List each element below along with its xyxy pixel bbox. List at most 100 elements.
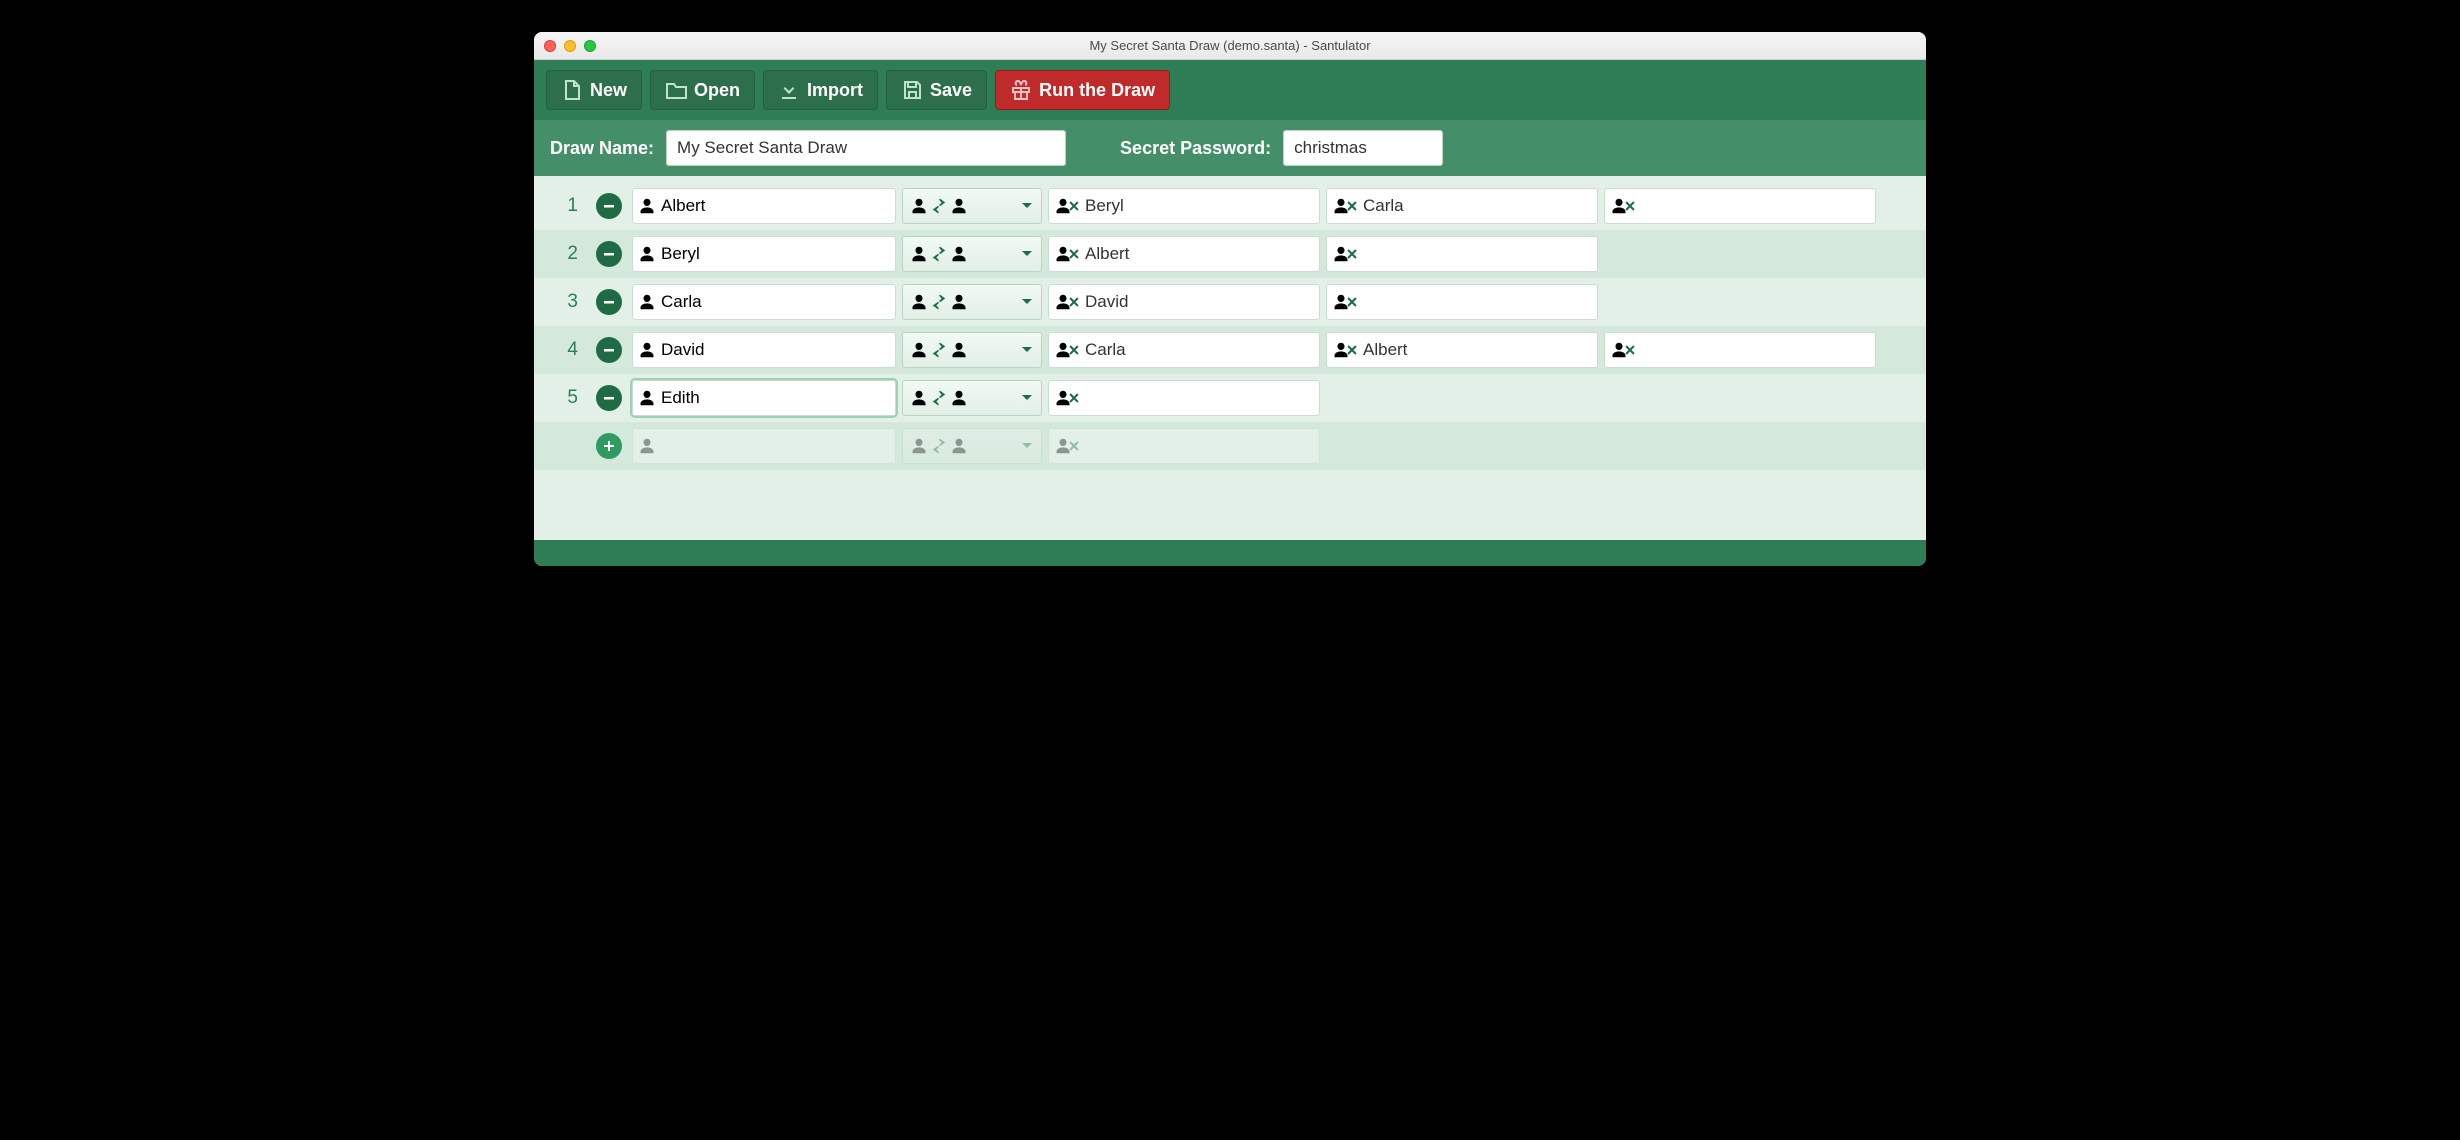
save-icon [901,79,923,101]
chevron-down-icon [1021,248,1033,260]
swap-icon [911,342,967,358]
person-exclude-icon [1055,246,1079,262]
row-number: 2 [544,243,586,265]
participant-row: 2 Albert [534,230,1926,278]
exclusion-input[interactable]: Albert [1048,236,1320,272]
window-title: My Secret Santa Draw (demo.santa) - Sant… [534,38,1926,53]
exclusion-name: Carla [1085,340,1126,360]
person-exclude-icon [1055,438,1079,454]
participant-name-input[interactable] [632,428,896,464]
role-selector [902,428,1042,464]
import-button-label: Import [807,80,863,101]
person-exclude-icon [1333,198,1357,214]
role-selector[interactable] [902,284,1042,320]
row-number: 4 [544,339,586,361]
exclusion-input[interactable] [1326,284,1598,320]
participant-name-input[interactable] [632,332,896,368]
participant-name-input[interactable] [632,284,896,320]
exclusion-name: David [1085,292,1128,312]
person-exclude-icon [1055,390,1079,406]
participants-grid: 1 Beryl Carla [534,176,1926,540]
remove-row-button[interactable] [596,241,622,267]
participant-row: 5 [534,374,1926,422]
participant-row: 1 Beryl Carla [534,182,1926,230]
new-button-label: New [590,80,627,101]
add-participant-row [534,422,1926,470]
secret-password-input[interactable] [1283,130,1443,166]
status-bar [534,540,1926,566]
run-draw-button-label: Run the Draw [1039,80,1155,101]
open-button[interactable]: Open [650,70,755,110]
exclusion-input[interactable] [1604,332,1876,368]
person-exclude-icon [1055,294,1079,310]
participant-name-input[interactable] [632,188,896,224]
app-window: My Secret Santa Draw (demo.santa) - Sant… [534,32,1926,566]
role-selector[interactable] [902,332,1042,368]
exclusion-input[interactable]: Beryl [1048,188,1320,224]
participant-row: 4 Carla Albert [534,326,1926,374]
folder-open-icon [665,79,687,101]
window-zoom-button[interactable] [584,40,596,52]
person-exclude-icon [1333,294,1357,310]
titlebar: My Secret Santa Draw (demo.santa) - Sant… [534,32,1926,60]
chevron-down-icon [1021,200,1033,212]
exclusion-input[interactable]: Albert [1326,332,1598,368]
row-number: 3 [544,291,586,313]
exclusion-input[interactable]: David [1048,284,1320,320]
role-selector[interactable] [902,188,1042,224]
file-icon [561,79,583,101]
chevron-down-icon [1021,344,1033,356]
swap-icon [911,390,967,406]
form-bar: Draw Name: Secret Password: [534,120,1926,176]
remove-row-button[interactable] [596,193,622,219]
swap-icon [911,246,967,262]
run-draw-button[interactable]: Run the Draw [995,70,1170,110]
secret-password-label: Secret Password: [1120,138,1271,159]
swap-icon [911,438,967,454]
import-icon [778,79,800,101]
person-exclude-icon [1611,342,1635,358]
exclusion-input[interactable] [1048,380,1320,416]
exclusion-input[interactable] [1604,188,1876,224]
draw-name-input[interactable] [666,130,1066,166]
chevron-down-icon [1021,296,1033,308]
chevron-down-icon [1021,440,1033,452]
exclusion-input[interactable] [1048,428,1320,464]
remove-row-button[interactable] [596,385,622,411]
toolbar: New Open Import Save Run the Draw [534,60,1926,120]
draw-name-label: Draw Name: [550,138,654,159]
swap-icon [911,294,967,310]
swap-icon [911,198,967,214]
add-row-button[interactable] [596,433,622,459]
window-minimize-button[interactable] [564,40,576,52]
remove-row-button[interactable] [596,337,622,363]
exclusion-name: Albert [1085,244,1129,264]
role-selector[interactable] [902,380,1042,416]
import-button[interactable]: Import [763,70,878,110]
person-exclude-icon [1333,342,1357,358]
new-button[interactable]: New [546,70,642,110]
exclusion-input[interactable]: Carla [1048,332,1320,368]
person-exclude-icon [1055,342,1079,358]
row-number: 1 [544,195,586,217]
exclusion-name: Albert [1363,340,1407,360]
person-exclude-icon [1055,198,1079,214]
save-button[interactable]: Save [886,70,987,110]
role-selector[interactable] [902,236,1042,272]
participant-row: 3 David [534,278,1926,326]
gift-icon [1010,79,1032,101]
person-exclude-icon [1333,246,1357,262]
chevron-down-icon [1021,392,1033,404]
remove-row-button[interactable] [596,289,622,315]
exclusion-name: Carla [1363,196,1404,216]
window-close-button[interactable] [544,40,556,52]
open-button-label: Open [694,80,740,101]
person-exclude-icon [1611,198,1635,214]
row-number: 5 [544,387,586,409]
exclusion-input[interactable] [1326,236,1598,272]
save-button-label: Save [930,80,972,101]
exclusion-name: Beryl [1085,196,1124,216]
participant-name-input[interactable] [632,380,896,416]
exclusion-input[interactable]: Carla [1326,188,1598,224]
participant-name-input[interactable] [632,236,896,272]
